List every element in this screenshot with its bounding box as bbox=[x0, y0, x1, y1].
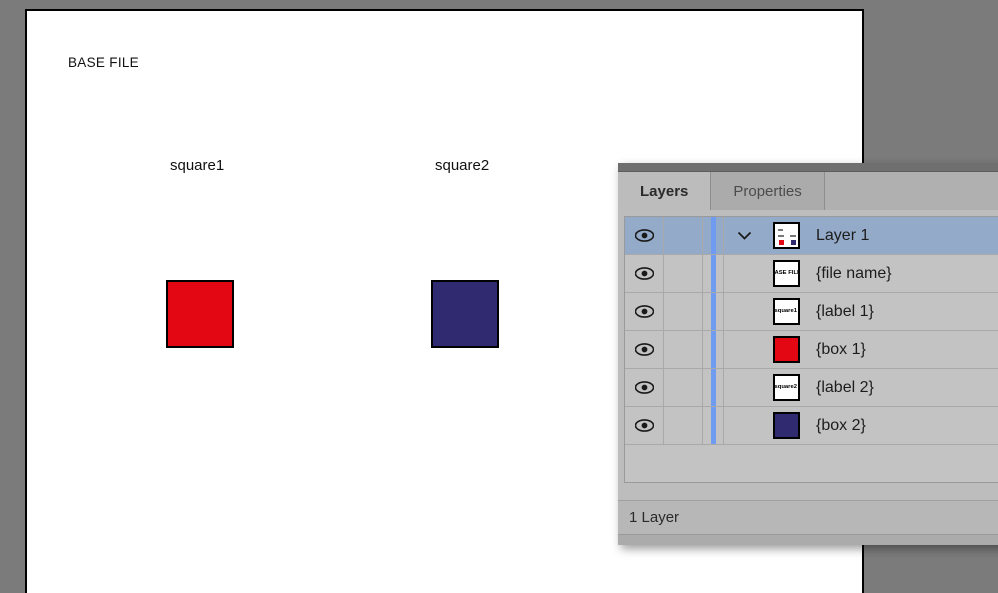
layer-name-box-1[interactable]: {box 1} bbox=[808, 331, 998, 368]
layer-row-box-2[interactable]: {box 2} bbox=[625, 407, 998, 445]
layers-panel-footer: 1 Layer bbox=[618, 500, 998, 534]
eye-icon bbox=[634, 305, 654, 318]
layer-thumbnail-file-name[interactable]: BASE FILE bbox=[764, 255, 808, 292]
canvas-text-file-name[interactable]: BASE FILE bbox=[68, 55, 139, 70]
layer-list-empty-area[interactable] bbox=[624, 445, 998, 483]
layer-thumbnail-layer-1[interactable] bbox=[764, 217, 808, 254]
layer-thumbnail-box-1[interactable] bbox=[764, 331, 808, 368]
eye-icon bbox=[634, 381, 654, 394]
selection-bar bbox=[710, 331, 716, 368]
tab-layers-label: Layers bbox=[640, 182, 689, 200]
thumbnail-text-label: BASE FILE bbox=[774, 269, 798, 276]
eye-icon bbox=[634, 229, 654, 242]
selection-bar bbox=[710, 407, 716, 444]
target-indicator-file-name[interactable] bbox=[703, 255, 724, 292]
selection-bar bbox=[710, 369, 716, 406]
chevron-down-icon bbox=[737, 231, 751, 240]
disclosure-spacer-label-2 bbox=[724, 369, 764, 406]
eye-icon bbox=[634, 267, 654, 280]
thumbnail-mini-artboard bbox=[772, 222, 800, 249]
panel-resize-handle[interactable] bbox=[618, 534, 998, 545]
thumbnail-text-label: square2 bbox=[774, 383, 798, 390]
target-indicator-box-2[interactable] bbox=[703, 407, 724, 444]
target-indicator-label-1[interactable] bbox=[703, 293, 724, 330]
canvas-shape-box-1[interactable] bbox=[166, 280, 234, 348]
lock-toggle-box-2[interactable] bbox=[664, 407, 703, 444]
target-indicator-box-1[interactable] bbox=[703, 331, 724, 368]
lock-toggle-label-2[interactable] bbox=[664, 369, 703, 406]
visibility-toggle-label-2[interactable] bbox=[625, 369, 664, 406]
selection-bar bbox=[710, 255, 716, 292]
tab-properties-label: Properties bbox=[733, 182, 802, 200]
layer-thumbnail-label-1[interactable]: square1 bbox=[764, 293, 808, 330]
eye-icon bbox=[634, 419, 654, 432]
layer-list[interactable]: Layer 1 ASE FIL {file name} square1 {lab… bbox=[624, 216, 998, 445]
thumbnail-text-label: square1 bbox=[774, 307, 798, 314]
visibility-toggle-file-name[interactable] bbox=[625, 255, 664, 292]
disclosure-spacer-file-name bbox=[724, 255, 764, 292]
lock-toggle-file-name[interactable] bbox=[664, 255, 703, 292]
editor-background: BASE FILE square1 square2 Layers Propert… bbox=[0, 0, 998, 593]
layer-name-file-name[interactable]: {file name} bbox=[808, 255, 998, 292]
thumbnail-text: BASE FILE bbox=[772, 260, 800, 287]
layer-row-layer-1[interactable]: Layer 1 bbox=[625, 217, 998, 255]
layer-thumbnail-box-2[interactable] bbox=[764, 407, 808, 444]
eye-icon bbox=[634, 343, 654, 356]
thumbnail-text: square1 bbox=[772, 298, 800, 325]
layer-name-label-2[interactable]: {label 2} bbox=[808, 369, 998, 406]
disclosure-toggle-layer-1[interactable] bbox=[724, 217, 764, 254]
canvas-text-label-2[interactable]: square2 bbox=[435, 157, 489, 174]
layer-name-box-2[interactable]: {box 2} bbox=[808, 407, 998, 444]
thumbnail-text: square2 bbox=[772, 374, 800, 401]
visibility-toggle-layer-1[interactable] bbox=[625, 217, 664, 254]
layers-panel-body: Layer 1 ASE FIL {file name} square1 {lab… bbox=[618, 210, 998, 500]
disclosure-spacer-box-1 bbox=[724, 331, 764, 368]
visibility-toggle-box-1[interactable] bbox=[625, 331, 664, 368]
visibility-toggle-label-1[interactable] bbox=[625, 293, 664, 330]
disclosure-spacer-box-2 bbox=[724, 407, 764, 444]
canvas-shape-box-2[interactable] bbox=[431, 280, 499, 348]
layer-row-box-1[interactable]: {box 1} bbox=[625, 331, 998, 369]
lock-toggle-layer-1[interactable] bbox=[664, 217, 703, 254]
panel-drag-handle[interactable] bbox=[618, 163, 998, 172]
tab-bar-spacer bbox=[824, 172, 998, 210]
layer-row-label-1[interactable]: square1 {label 1} bbox=[625, 293, 998, 331]
canvas-text-label-1[interactable]: square1 bbox=[170, 157, 224, 174]
tab-properties[interactable]: Properties bbox=[711, 172, 825, 210]
layer-row-file-name[interactable]: BASE FILE {file name} bbox=[625, 255, 998, 293]
layer-name-layer-1[interactable]: Layer 1 bbox=[808, 217, 998, 254]
panel-tab-bar[interactable]: Layers Properties bbox=[618, 172, 998, 210]
layer-list-filler bbox=[624, 483, 998, 500]
layer-thumbnail-label-2[interactable]: square2 bbox=[764, 369, 808, 406]
thumbnail-swatch-red bbox=[772, 336, 800, 363]
visibility-toggle-box-2[interactable] bbox=[625, 407, 664, 444]
layer-name-label-1[interactable]: {label 1} bbox=[808, 293, 998, 330]
thumbnail-swatch-blue bbox=[772, 412, 800, 439]
tab-layers[interactable]: Layers bbox=[618, 172, 712, 210]
selection-bar bbox=[710, 293, 716, 330]
layer-row-label-2[interactable]: square2 {label 2} bbox=[625, 369, 998, 407]
layers-panel[interactable]: Layers Properties Layer 1 ASE FIL {file … bbox=[618, 163, 998, 545]
target-indicator-label-2[interactable] bbox=[703, 369, 724, 406]
lock-toggle-label-1[interactable] bbox=[664, 293, 703, 330]
lock-toggle-box-1[interactable] bbox=[664, 331, 703, 368]
layer-count-label: 1 Layer bbox=[629, 509, 680, 526]
target-indicator-layer-1[interactable] bbox=[703, 217, 724, 254]
disclosure-spacer-label-1 bbox=[724, 293, 764, 330]
selection-bar bbox=[710, 217, 716, 254]
